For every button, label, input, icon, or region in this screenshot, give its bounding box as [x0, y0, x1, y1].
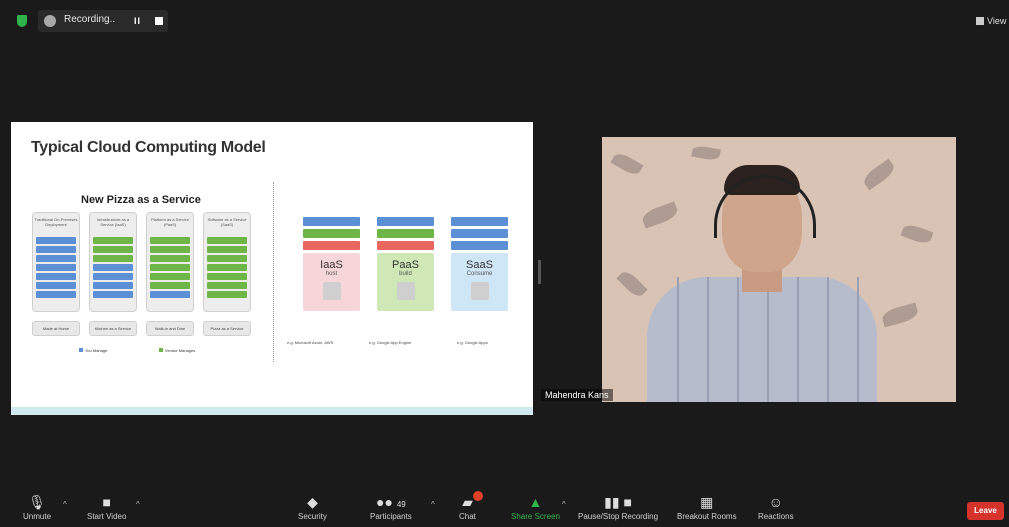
service-example: e.g. Microsoft Azure, AWS — [287, 340, 334, 345]
legend-vendor-manages: Vendor Manages — [159, 348, 195, 353]
unmute-label: Unmute — [23, 512, 52, 521]
participants-options-caret[interactable]: ^ — [431, 500, 435, 509]
legend-you-manage: You Manage — [79, 348, 107, 353]
column-header: Infrastructure as a Service (IaaS) — [96, 217, 130, 227]
view-label: View — [987, 16, 1007, 26]
service-name: PaaS — [392, 259, 419, 271]
video-off-icon: ■ — [102, 494, 111, 510]
view-button[interactable]: View — [976, 16, 1006, 26]
share-screen-icon: ▲ — [528, 494, 543, 510]
column-header: Platform as a Service (PaaS) — [150, 217, 189, 227]
service-sub: Consume — [466, 271, 493, 277]
shield-icon[interactable] — [17, 15, 27, 27]
cloud-icon — [44, 15, 56, 27]
start-video-label: Start Video — [87, 512, 127, 521]
reactions-button[interactable]: ☺ Reactions — [758, 494, 794, 521]
meeting-toolbar: 🎙 Unmute ^ ■ Start Video ^ ◆ Security ●●… — [0, 492, 1009, 527]
service-card: PaaS build — [377, 217, 434, 311]
participants-icon: ●● 49 — [376, 494, 406, 510]
pizza-column: Software as a Service (SaaS) — [203, 212, 251, 312]
service-card: SaaS Consume — [451, 217, 508, 311]
share-screen-label: Share Screen — [511, 512, 560, 521]
service-sub: host — [325, 271, 338, 277]
recording-label: Recording.. — [64, 14, 116, 25]
audio-options-caret[interactable]: ^ — [63, 500, 67, 509]
share-options-caret[interactable]: ^ — [562, 500, 566, 509]
column-footer: Pizza as a Service — [203, 321, 251, 336]
security-label: Security — [298, 512, 327, 521]
pizza-column: Platform as a Service (PaaS) — [146, 212, 194, 312]
pause-stop-recording-button[interactable]: ▮▮ ■ Pause/Stop Recording — [578, 494, 658, 521]
column-header: Software as a Service (SaaS) — [207, 217, 247, 227]
participants-label: Participants — [370, 512, 412, 521]
service-name: IaaS — [320, 259, 343, 271]
chat-label: Chat — [459, 512, 476, 521]
column-footer: Made at Home — [32, 321, 80, 336]
reactions-icon: ☺ — [768, 494, 783, 510]
service-name: SaaS — [466, 259, 493, 271]
participants-button[interactable]: ●● 49 Participants — [370, 494, 412, 521]
column-footer: Walk-in and Dine — [146, 321, 194, 336]
meeting-top-bar: Recording.. II View — [0, 0, 1009, 44]
leave-button[interactable]: Leave — [967, 502, 1004, 520]
breakout-rooms-button[interactable]: ▦ Breakout Rooms — [677, 494, 737, 521]
legend-label: Vendor Manages — [165, 348, 196, 353]
service-example: e.g. Google Apps — [457, 340, 488, 345]
unmute-button[interactable]: 🎙 Unmute — [23, 494, 51, 521]
participant-video[interactable] — [602, 137, 956, 402]
service-example: e.g. Google App Engine — [369, 340, 412, 345]
participants-count: 49 — [396, 500, 406, 509]
security-icon: ◆ — [307, 494, 318, 510]
breakout-rooms-label: Breakout Rooms — [677, 512, 737, 521]
chat-unread-badge — [473, 491, 483, 501]
slide-title: Typical Cloud Computing Model — [31, 139, 266, 156]
service-card: IaaS host — [303, 217, 360, 311]
recording-icon: ▮▮ ■ — [604, 494, 632, 510]
reactions-label: Reactions — [758, 512, 794, 521]
view-icon — [976, 17, 984, 25]
stop-icon[interactable] — [155, 17, 163, 25]
legend-label: You Manage — [85, 348, 108, 353]
video-options-caret[interactable]: ^ — [136, 500, 140, 509]
breakout-icon: ▦ — [700, 494, 714, 510]
slide-footer-bar — [11, 407, 533, 415]
shared-screen-slide: Typical Cloud Computing Model New Pizza … — [11, 122, 533, 415]
pause-icon[interactable]: II — [134, 16, 141, 26]
slide-divider — [273, 182, 274, 362]
pizza-column: Traditional On-Premises Deployment — [32, 212, 80, 312]
participant-name-label: Mahendra Kans — [541, 389, 613, 401]
start-video-button[interactable]: ■ Start Video — [87, 494, 126, 521]
column-footer: Kitchen as a Service — [89, 321, 137, 336]
share-screen-button[interactable]: ▲ Share Screen — [511, 494, 560, 521]
pause-stop-recording-label: Pause/Stop Recording — [578, 512, 659, 521]
microphone-muted-icon: 🎙 — [28, 494, 46, 510]
service-sub: build — [399, 271, 412, 277]
pizza-title: New Pizza as a Service — [81, 194, 201, 206]
security-button[interactable]: ◆ Security — [298, 494, 327, 521]
pizza-column: Infrastructure as a Service (IaaS) — [89, 212, 137, 312]
recording-indicator: Recording.. II — [38, 10, 168, 32]
panel-resize-handle[interactable] — [538, 260, 541, 284]
column-header: Traditional On-Premises Deployment — [34, 217, 78, 227]
